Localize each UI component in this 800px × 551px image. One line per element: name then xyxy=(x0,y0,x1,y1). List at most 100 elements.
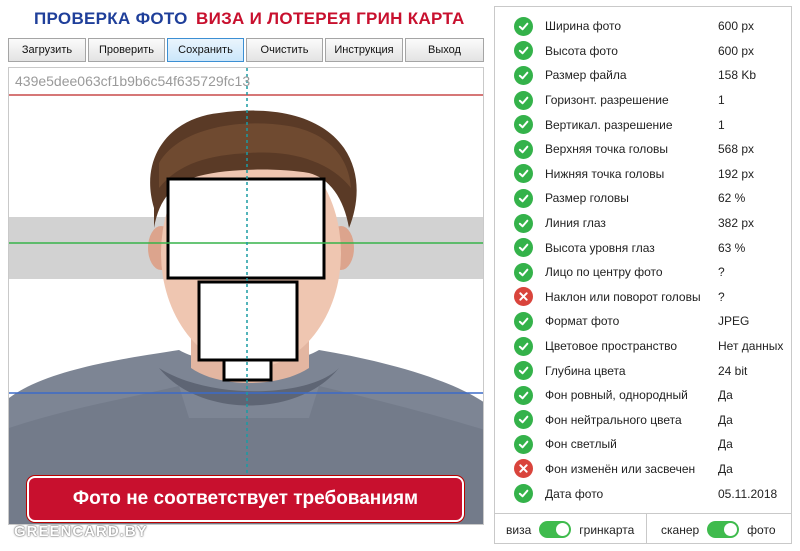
check-value: 568 px xyxy=(718,142,755,157)
status-alert: Фото не соответствует требованиям xyxy=(27,476,464,522)
watermark-logo: GREENCARD.BY xyxy=(14,523,148,540)
x-circle-icon xyxy=(514,459,533,479)
check-label: Линия глаз xyxy=(545,216,606,231)
check-row: Верхняя точка головы 568 px xyxy=(495,137,791,162)
check-circle-icon xyxy=(514,410,533,430)
toggle-left-label: сканер xyxy=(661,522,700,537)
check-row: Горизонт. разрешение 1 xyxy=(495,88,791,113)
check-circle-icon xyxy=(514,361,533,381)
check-circle-icon xyxy=(514,139,533,159)
check-row: Нижняя точка головы 192 px xyxy=(495,162,791,187)
check-row: Наклон или поворот головы? xyxy=(495,285,791,310)
check-circle-icon xyxy=(514,336,533,356)
portrait-photo xyxy=(9,68,483,524)
check-circle-icon xyxy=(514,115,533,135)
check-value: 24 bit xyxy=(718,363,748,378)
instruction-button[interactable]: Инструкция xyxy=(325,38,403,62)
check-label: Нижняя точка головы xyxy=(545,166,665,181)
check-label: Цветовое пространство xyxy=(545,339,678,354)
check-circle-icon xyxy=(514,434,533,454)
check-circle-icon xyxy=(514,41,533,61)
clear-button[interactable]: Очистить xyxy=(246,38,323,62)
check-row: Цветовое пространство Нет данных xyxy=(495,334,791,359)
toggle-right-label: гринкарта xyxy=(579,522,635,537)
check-circle-icon xyxy=(514,188,533,208)
check-circle-icon xyxy=(514,484,533,504)
scanner-photo-toggle[interactable] xyxy=(707,521,740,538)
check-label: Дата фото xyxy=(545,486,604,501)
check-label: Наклон или поворот головы xyxy=(545,289,701,304)
check-label: Фон ровный, однородный xyxy=(545,388,688,403)
photo-preview[interactable]: 439e5dee063cf1b9b6c54f635729fc13 xyxy=(8,67,484,525)
check-circle-icon xyxy=(514,385,533,405)
page-subtitle: ВИЗА И ЛОТЕРЕЯ ГРИН КАРТА xyxy=(196,9,465,28)
check-row: Фон ровный, однородный Да xyxy=(495,383,791,408)
check-label: Вертикал. разрешение xyxy=(545,117,673,132)
check-value: Да xyxy=(718,437,733,452)
check-value: ? xyxy=(718,289,725,304)
check-row: Формат фото JPEG xyxy=(495,309,791,334)
check-label: Формат фото xyxy=(545,314,620,329)
check-button[interactable]: Проверить xyxy=(88,38,165,62)
check-value: Да xyxy=(718,461,733,476)
toggle-knob xyxy=(724,523,738,536)
check-circle-icon xyxy=(514,213,533,233)
app-window: ПРОВЕРКА ФОТО ВИЗА И ЛОТЕРЕЯ ГРИН КАРТА … xyxy=(0,0,800,551)
check-value: JPEG xyxy=(718,314,750,329)
check-label: Высота фото xyxy=(545,43,618,58)
check-value: 158 Kb xyxy=(718,68,757,83)
check-circle-icon xyxy=(514,238,533,258)
check-label: Фон изменён или засвечен xyxy=(545,461,696,476)
check-value: Нет данных xyxy=(718,339,784,354)
toggle-left-label: виза xyxy=(506,522,532,537)
face-mask-upper xyxy=(166,177,326,280)
check-value: 1 xyxy=(718,93,725,108)
face-mask-middle xyxy=(197,280,299,362)
check-row: Глубина цвета 24 bit xyxy=(495,358,791,383)
mode-toggle-group: виза гринкарта xyxy=(506,521,634,538)
check-circle-icon xyxy=(514,311,533,331)
check-row: Высота фото 600 px xyxy=(495,39,791,64)
check-value: Да xyxy=(718,388,733,403)
check-circle-icon xyxy=(514,16,533,36)
save-button[interactable]: Сохранить xyxy=(167,38,244,62)
source-toggle-group: сканер фото xyxy=(661,521,776,538)
toggle-right-label: фото xyxy=(747,522,776,537)
check-row: Размер головы 62 % xyxy=(495,186,791,211)
check-label: Глубина цвета xyxy=(545,363,626,378)
status-alert-text: Фото не соответствует требованиям xyxy=(72,488,419,509)
check-row: Линия глаз 382 px xyxy=(495,211,791,236)
load-button[interactable]: Загрузить xyxy=(8,38,86,62)
check-row: Дата фото 05.11.2018 xyxy=(495,481,791,506)
check-value: 382 px xyxy=(718,216,755,231)
check-value: 600 px xyxy=(718,43,755,58)
check-row: Фон нейтрального цвета Да xyxy=(495,408,791,433)
check-row: Вертикал. разрешение 1 xyxy=(495,112,791,137)
check-row: Лицо по центру фото? xyxy=(495,260,791,285)
check-value: Да xyxy=(718,412,733,427)
check-label: Размер файла xyxy=(545,68,627,83)
visa-greencard-toggle[interactable] xyxy=(539,521,572,538)
photo-hash: 439e5dee063cf1b9b6c54f635729fc13 xyxy=(15,73,251,89)
check-results-panel: Ширина фото 600 px Высота фото 600 px Размер… xyxy=(494,6,792,544)
check-row: Высота уровня глаз 63 % xyxy=(495,235,791,260)
x-circle-icon xyxy=(514,287,533,307)
check-label: Верхняя точка головы xyxy=(545,142,669,157)
check-value: 600 px xyxy=(718,19,755,34)
toggle-knob xyxy=(556,523,570,536)
check-value: 192 px xyxy=(718,166,755,181)
toolbar: Загрузить Проверить Сохранить Очистить И… xyxy=(8,38,484,62)
check-row: Ширина фото 600 px xyxy=(495,14,791,39)
check-label: Размер головы xyxy=(545,191,629,206)
check-label: Ширина фото xyxy=(545,19,622,34)
check-value: 62 % xyxy=(718,191,746,206)
check-value: ? xyxy=(718,265,725,280)
check-circle-icon xyxy=(514,262,533,282)
check-circle-icon xyxy=(514,164,533,184)
check-label: Высота уровня глаз xyxy=(545,240,655,255)
check-label: Фон светлый xyxy=(545,437,617,452)
check-label: Горизонт. разрешение xyxy=(545,93,669,108)
footer-divider xyxy=(646,514,647,543)
exit-button[interactable]: Выход xyxy=(405,38,484,62)
check-row: Фон изменён или засвечен Да xyxy=(495,457,791,482)
